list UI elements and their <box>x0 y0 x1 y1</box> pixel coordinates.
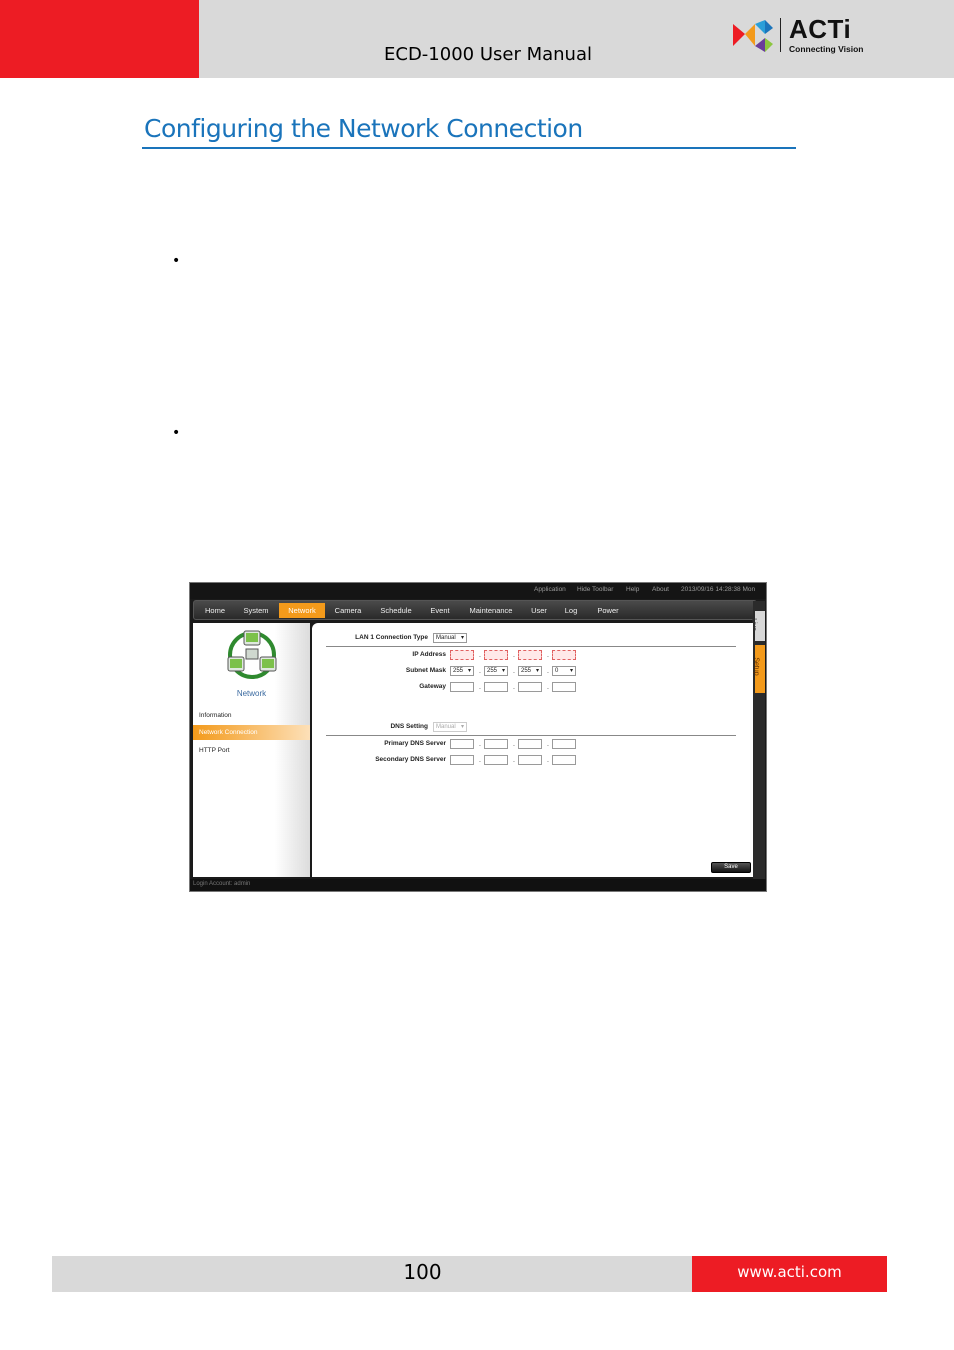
ip-separator: . <box>547 652 549 659</box>
subnet-separator: . <box>479 668 481 675</box>
form-divider-2 <box>326 735 736 736</box>
nav-log[interactable]: Log <box>560 603 582 618</box>
primary-dns-separator: . <box>479 741 481 748</box>
ip-address-label: IP Address <box>412 651 446 658</box>
hide-toolbar-link[interactable]: Hide Toolbar <box>577 586 613 593</box>
nav-system[interactable]: System <box>238 603 274 618</box>
dns-setting-select[interactable]: Manual <box>433 722 467 732</box>
subnet-mask-label: Subnet Mask <box>405 667 446 674</box>
ip-octet-4[interactable] <box>552 650 576 660</box>
tab-setup[interactable]: Setup <box>752 645 765 693</box>
network-config-screenshot: Application Hide Toolbar Help About 2013… <box>189 582 767 892</box>
bullet-2: • <box>172 425 181 441</box>
primary-dns-octet-2[interactable] <box>484 739 508 749</box>
tab-live[interactable]: Live <box>750 611 765 641</box>
primary-dns-label: Primary DNS Server <box>384 740 446 747</box>
subnet-octet-2-select[interactable]: 255 <box>484 666 508 676</box>
nav-maintenance[interactable]: Maintenance <box>464 603 518 618</box>
network-connection-form: LAN 1 Connection Type Manual IP Address … <box>312 623 753 877</box>
nav-schedule[interactable]: Schedule <box>376 603 416 618</box>
subnet-separator: . <box>513 668 515 675</box>
nav-user[interactable]: User <box>526 603 552 618</box>
ip-separator: . <box>479 652 481 659</box>
sidebar-item-network-connection[interactable]: Network Connection <box>193 725 310 740</box>
secondary-dns-octet-3[interactable] <box>518 755 542 765</box>
form-divider-1 <box>326 646 736 647</box>
status-bar: Login Account: admin <box>190 879 766 891</box>
header-red-block <box>0 0 199 78</box>
login-account-text: Login Account: admin <box>193 881 251 887</box>
secondary-dns-octet-2[interactable] <box>484 755 508 765</box>
gateway-octet-1[interactable] <box>450 682 474 692</box>
subnet-octet-1-select[interactable]: 255 <box>450 666 474 676</box>
application-link[interactable]: Application <box>534 586 566 593</box>
gateway-octet-2[interactable] <box>484 682 508 692</box>
primary-dns-octet-1[interactable] <box>450 739 474 749</box>
ip-octet-2[interactable] <box>484 650 508 660</box>
lan-type-label: LAN 1 Connection Type <box>355 634 428 641</box>
gateway-separator: . <box>513 684 515 691</box>
nav-power[interactable]: Power <box>591 603 625 618</box>
gateway-octet-4[interactable] <box>552 682 576 692</box>
primary-dns-octet-3[interactable] <box>518 739 542 749</box>
gateway-label: Gateway <box>419 683 446 690</box>
nav-camera[interactable]: Camera <box>330 603 366 618</box>
save-button[interactable]: Save <box>711 862 751 873</box>
primary-dns-separator: . <box>513 741 515 748</box>
logo-tagline: Connecting Vision <box>789 44 864 54</box>
logo-wordmark: ACTi <box>789 14 852 44</box>
nav-network[interactable]: Network <box>279 603 325 618</box>
subnet-separator: . <box>547 668 549 675</box>
sidebar-title: Network <box>236 689 267 698</box>
primary-dns-octet-4[interactable] <box>552 739 576 749</box>
sidebar-item-information[interactable]: Information <box>193 708 310 723</box>
nav-home[interactable]: Home <box>200 603 230 618</box>
manual-title: ECD-1000 User Manual <box>384 44 592 65</box>
subnet-octet-4-select[interactable]: 0 <box>552 666 576 676</box>
lan-type-select[interactable]: Manual <box>433 633 467 643</box>
acti-logo-mark-icon <box>733 20 773 52</box>
nav-event[interactable]: Event <box>425 603 455 618</box>
gateway-separator: . <box>547 684 549 691</box>
secondary-dns-separator: . <box>479 757 481 764</box>
secondary-dns-octet-1[interactable] <box>450 755 474 765</box>
dns-setting-label: DNS Setting <box>390 723 428 730</box>
bullet-1: • <box>172 253 181 269</box>
gateway-separator: . <box>479 684 481 691</box>
ip-octet-3[interactable] <box>518 650 542 660</box>
tab-setup-label: Setup <box>752 657 760 676</box>
logo-separator <box>780 18 781 52</box>
about-link[interactable]: About <box>652 586 669 593</box>
sidebar-item-http-port[interactable]: HTTP Port <box>193 743 310 758</box>
main-nav: Home System Network Camera Schedule Even… <box>193 600 757 620</box>
secondary-dns-separator: . <box>513 757 515 764</box>
ip-separator: . <box>513 652 515 659</box>
primary-dns-separator: . <box>547 741 549 748</box>
ip-octet-1[interactable] <box>450 650 474 660</box>
settings-sidebar: Network Information Network Connection H… <box>193 623 310 877</box>
secondary-dns-octet-4[interactable] <box>552 755 576 765</box>
heading-underline <box>142 147 796 149</box>
help-link[interactable]: Help <box>626 586 639 593</box>
section-heading: Configuring the Network Connection <box>144 114 583 143</box>
network-icon <box>227 630 277 679</box>
gateway-octet-3[interactable] <box>518 682 542 692</box>
website-link[interactable]: www.acti.com <box>692 1263 887 1281</box>
secondary-dns-separator: . <box>547 757 549 764</box>
top-toolbar: Application Hide Toolbar Help About 2013… <box>190 583 766 599</box>
datetime-display: 2013/09/16 14:28:38 Mon <box>681 586 756 593</box>
subnet-octet-3-select[interactable]: 255 <box>518 666 542 676</box>
secondary-dns-label: Secondary DNS Server <box>375 756 446 763</box>
acti-logo: ACTi Connecting Vision <box>731 14 871 58</box>
